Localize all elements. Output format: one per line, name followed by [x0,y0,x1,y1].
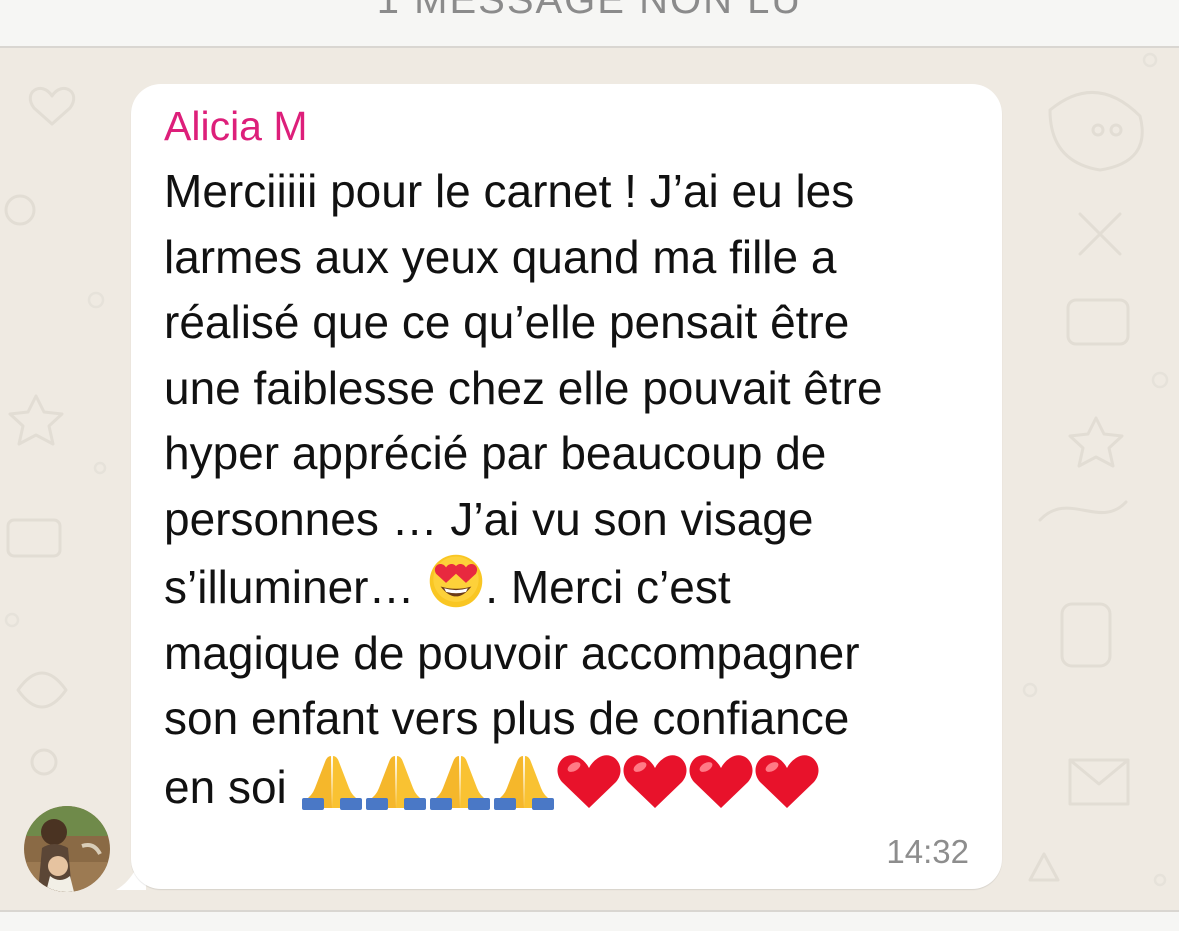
message-text: Merciiiii pour le carnet ! J’ai eu les l… [164,159,1000,820]
red-heart-emoji-icon [688,752,754,810]
message-line: magique de pouvoir accompagner [164,626,860,679]
folded-hands-emoji-icon [300,752,364,810]
message-line: une faiblesse chez elle pouvait être [164,361,883,414]
unread-messages-banner: 1 MESSAGE NON LU [0,0,1179,48]
bottom-divider [0,910,1179,931]
message-line-with-emoji: s’illuminer… . Merci c’est [164,552,1000,621]
message-timestamp: 14:32 [886,833,969,870]
red-heart-emoji-icon [622,752,688,810]
message-line: personnes … J’ai vu son visage [164,492,814,545]
contact-photo-icon [24,806,110,892]
folded-hands-emoji-icon [492,752,556,810]
message-bubble[interactable]: Alicia M Merciiiii pour le carnet ! J’ai… [131,84,1002,889]
unread-messages-label: 1 MESSAGE NON LU [376,0,803,22]
folded-hands-emoji-icon [364,752,428,810]
message-fragment: . Merci c’est [485,561,731,613]
contact-avatar[interactable] [24,806,110,892]
message-line: larmes aux yeux quand ma fille a [164,230,837,283]
message-line: Merciiiii pour le carnet ! J’ai eu les [164,165,855,217]
folded-hands-emoji-icon [428,752,492,810]
message-fragment: en soi [164,760,287,813]
message-fragment: s’illuminer… [164,561,415,613]
message-line: son enfant vers plus de confiance [164,692,850,744]
red-heart-emoji-icon [556,752,622,810]
message-line: réalisé que ce qu’elle pensait être [164,296,850,348]
heart-eyes-emoji-icon [427,552,485,610]
message-line: hyper apprécié par beaucoup de [164,427,827,479]
red-heart-emoji-icon [754,752,820,810]
message-line-with-emoji: en soi [164,752,1000,821]
sender-name[interactable]: Alicia M [164,100,308,152]
